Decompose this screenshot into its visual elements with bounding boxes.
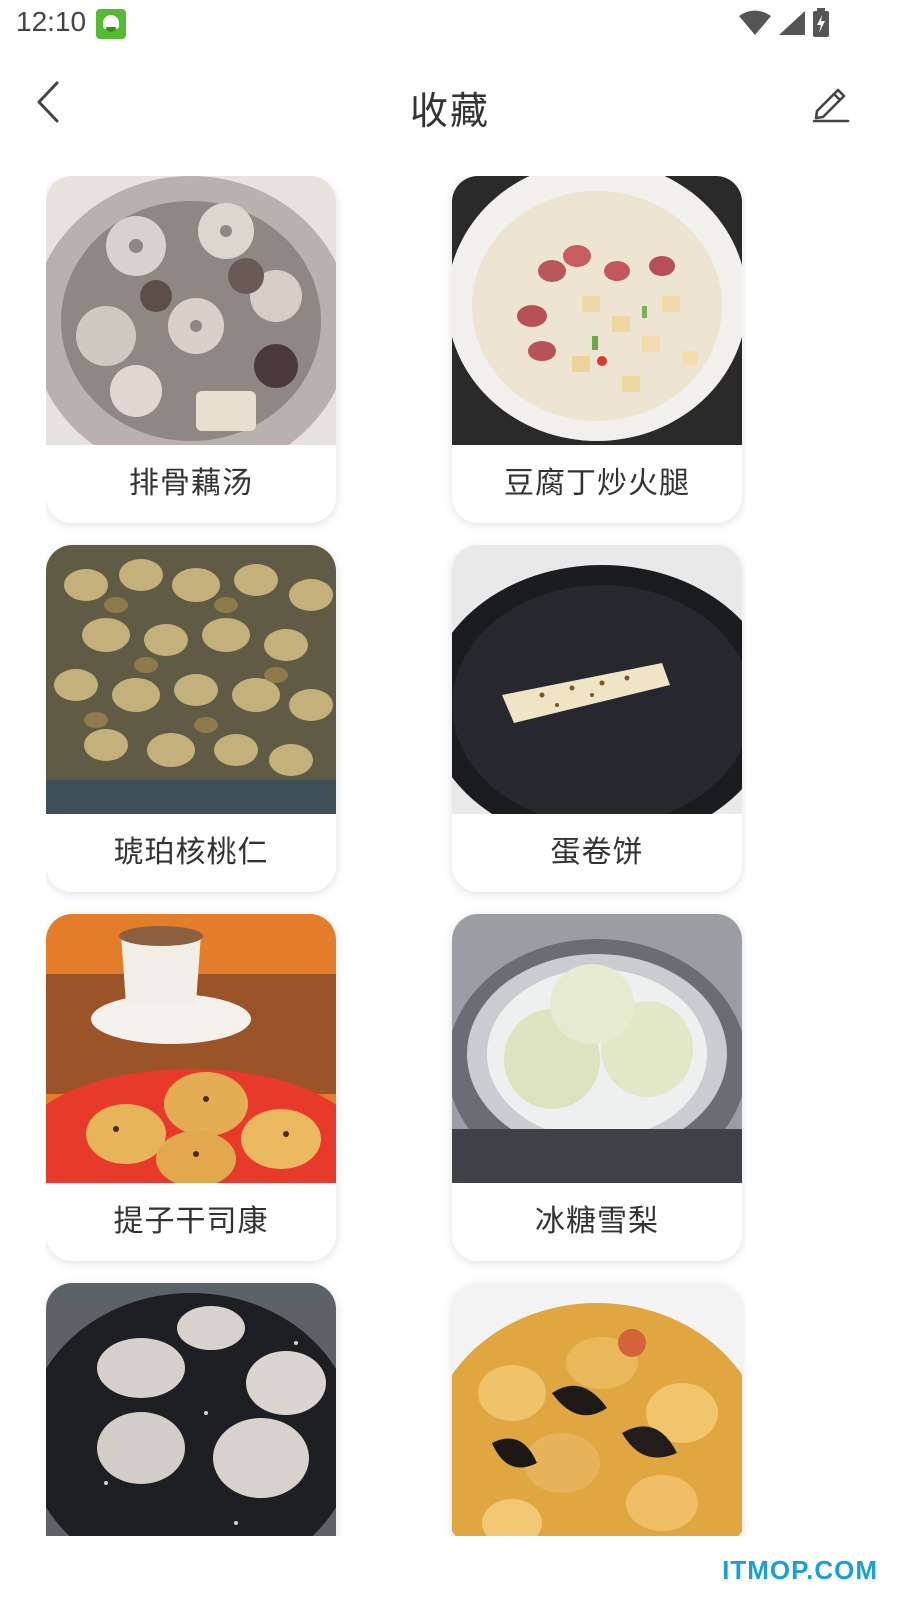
recipe-photo: [46, 914, 336, 1183]
recipe-name: 琥珀核桃仁: [113, 835, 269, 870]
favorite-card[interactable]: 冰糖雪梨: [452, 914, 742, 1261]
recipe-photo: [452, 1283, 742, 1546]
favorite-card[interactable]: 琥珀核桃仁: [46, 545, 336, 892]
favorite-card[interactable]: 豆腐丁炒火腿: [452, 176, 742, 523]
status-time: 12:10: [16, 6, 87, 37]
status-bar: 12:10: [0, 0, 900, 48]
recipe-name: 豆腐丁炒火腿: [504, 466, 690, 501]
favorite-card[interactable]: [452, 1283, 742, 1546]
recipe-photo: [46, 1283, 336, 1546]
favorite-card[interactable]: [46, 1283, 336, 1546]
favorite-card[interactable]: 排骨藕汤: [46, 176, 336, 523]
battery-charging-icon: [813, 8, 829, 37]
page-title: 收藏: [409, 89, 490, 133]
recipe-name: 排骨藕汤: [129, 466, 253, 501]
favorite-card[interactable]: 提子干司康: [46, 914, 336, 1261]
edit-button[interactable]: [806, 76, 856, 128]
recipe-photo: [452, 176, 742, 445]
recipe-name: 冰糖雪梨: [535, 1204, 659, 1239]
recipe-name: 提子干司康: [113, 1204, 269, 1239]
favorite-card[interactable]: 蛋卷饼: [452, 545, 742, 892]
watermark-logo: ITMOP.COM: [722, 1555, 878, 1585]
wifi-icon: [739, 10, 771, 35]
recipe-photo: [46, 545, 336, 814]
status-icons: [738, 8, 830, 38]
favorites-grid: 排骨藕汤 豆腐丁炒火腿 琥珀核桃仁 蛋卷饼 提子干司康 冰糖雪梨: [46, 176, 746, 1546]
recipe-photo: [46, 176, 336, 445]
pencil-icon: [812, 88, 850, 123]
recipe-photo: [452, 545, 742, 814]
recipe-photo: [452, 914, 742, 1183]
nav-bar: 收藏: [0, 58, 900, 148]
recipe-name: 蛋卷饼: [550, 835, 644, 870]
signal-icon: [779, 11, 805, 35]
app-notification-icon: [96, 9, 126, 39]
